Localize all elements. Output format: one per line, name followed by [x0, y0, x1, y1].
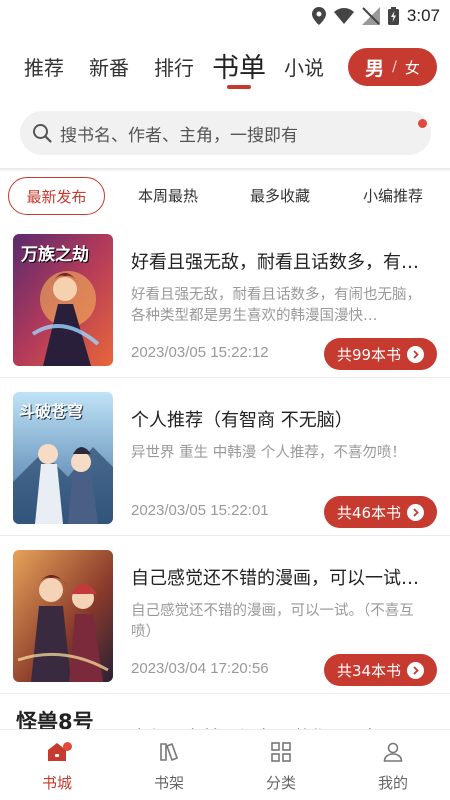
list-item[interactable]: 斗破苍穹 个人推荐（有智商 不无脑） 异世界 重生 中韩漫 个人推荐，不喜勿喷！…: [0, 378, 450, 536]
tab-recommend[interactable]: 推荐: [24, 52, 64, 81]
header-divider: [0, 168, 450, 172]
booklist-description: 自己感觉还不错的漫画，可以一试。（不喜互喷）: [131, 603, 414, 640]
booklist-date: 2023/03/05 15:22:01: [131, 502, 269, 519]
chevron-right-icon: [407, 503, 425, 521]
location-icon: [311, 7, 326, 25]
booklist-description: 好看且强无敌，耐看且话数多，有闹也无脑，各种类型都是男生喜欢的韩漫国漫快…: [131, 287, 421, 324]
tab-new-series[interactable]: 新番: [89, 52, 129, 81]
chevron-right-icon: [407, 345, 425, 363]
search-input[interactable]: 搜书名、作者、主角，一搜即有: [20, 111, 431, 155]
book-count-label: 共34本书: [336, 661, 402, 680]
filter-weekly-hot[interactable]: 本周最热: [130, 177, 206, 215]
book-count-button[interactable]: 共46本书: [324, 496, 437, 528]
wifi-icon: [333, 8, 354, 24]
book-count-label: 共99本书: [336, 345, 402, 364]
cover-image: [13, 550, 113, 682]
book-count-label: 共46本书: [336, 503, 402, 522]
gender-male-label: 男: [365, 57, 385, 80]
booklist-date: 2023/03/05 15:22:12: [131, 344, 269, 361]
notification-dot: [63, 742, 72, 751]
list-item[interactable]: 万族之劫 好看且强无敌，耐看且话数多，有… 好看且强无敌，耐看且话数多，有闹也无…: [0, 220, 450, 378]
list-item-partial[interactable]: 怪兽8号 玄幻 · 穿越 · 都市 · 逆袭 · 一书不…: [0, 692, 450, 732]
chevron-right-icon: [407, 661, 425, 679]
tab-booklist[interactable]: 书单: [212, 46, 266, 85]
filter-bar: 最新发布 本周最热 最多收藏 小编推荐: [0, 177, 450, 217]
cover-image: 万族之劫: [13, 234, 113, 366]
filter-most-favorited[interactable]: 最多收藏: [242, 177, 318, 215]
bottom-nav-label: 书架: [153, 774, 184, 792]
status-bar: 3:07: [0, 0, 450, 34]
list-item[interactable]: 自己感觉还不错的漫画，可以一试… 自己感觉还不错的漫画，可以一试。（不喜互喷） …: [0, 536, 450, 694]
category-icon: [271, 742, 291, 762]
cover-title: 万族之劫: [21, 245, 89, 265]
cover-title: 斗破苍穹: [19, 402, 84, 421]
bottom-nav: 书城 书架 分类 我的: [0, 729, 450, 800]
bottom-nav-label: 我的: [377, 774, 408, 792]
cover-image: 斗破苍穹: [13, 392, 113, 524]
booklist-title: 好看且强无敌，耐看且话数多，有…: [131, 252, 419, 273]
filter-editor-pick[interactable]: 小编推荐: [355, 177, 431, 215]
status-time: 3:07: [406, 6, 440, 25]
gender-female-label: 女: [404, 58, 420, 77]
tab-novel[interactable]: 小说: [284, 52, 324, 81]
book-count-button[interactable]: 共34本书: [324, 654, 437, 686]
bottom-nav-profile[interactable]: 我的: [353, 740, 433, 793]
booklist-date: 2023/03/04 17:20:56: [131, 660, 269, 677]
bookshelf-icon: [160, 742, 179, 762]
active-tab-indicator: [227, 85, 251, 89]
bottom-nav-category[interactable]: 分类: [241, 740, 321, 793]
booklist-title: 个人推荐（有智商 不无脑）: [131, 410, 353, 431]
search-icon: [33, 124, 52, 143]
profile-icon: [383, 742, 403, 762]
status-icons: 3:07: [311, 6, 440, 26]
bottom-nav-label: 分类: [265, 774, 296, 792]
bottom-nav-bookshelf[interactable]: 书架: [129, 740, 209, 793]
gender-toggle[interactable]: 男 / 女: [348, 48, 437, 86]
notification-dot: [418, 119, 427, 128]
booklist-description: 异世界 重生 中韩漫 个人推荐，不喜勿喷！: [131, 445, 406, 461]
bottom-nav-label: 书城: [41, 774, 72, 792]
top-nav: 推荐 新番 排行 书单 小说 男 / 女: [0, 40, 450, 96]
book-count-button[interactable]: 共99本书: [324, 338, 437, 370]
booklist-title: 自己感觉还不错的漫画，可以一试…: [131, 568, 419, 589]
battery-charging-icon: [387, 7, 399, 25]
bottom-nav-bookstore[interactable]: 书城: [17, 740, 97, 793]
filter-latest[interactable]: 最新发布: [8, 177, 105, 215]
no-signal-icon: [361, 7, 380, 25]
search-placeholder: 搜书名、作者、主角，一搜即有: [60, 125, 298, 146]
gender-separator: /: [392, 59, 397, 75]
tab-ranking[interactable]: 排行: [154, 52, 194, 81]
